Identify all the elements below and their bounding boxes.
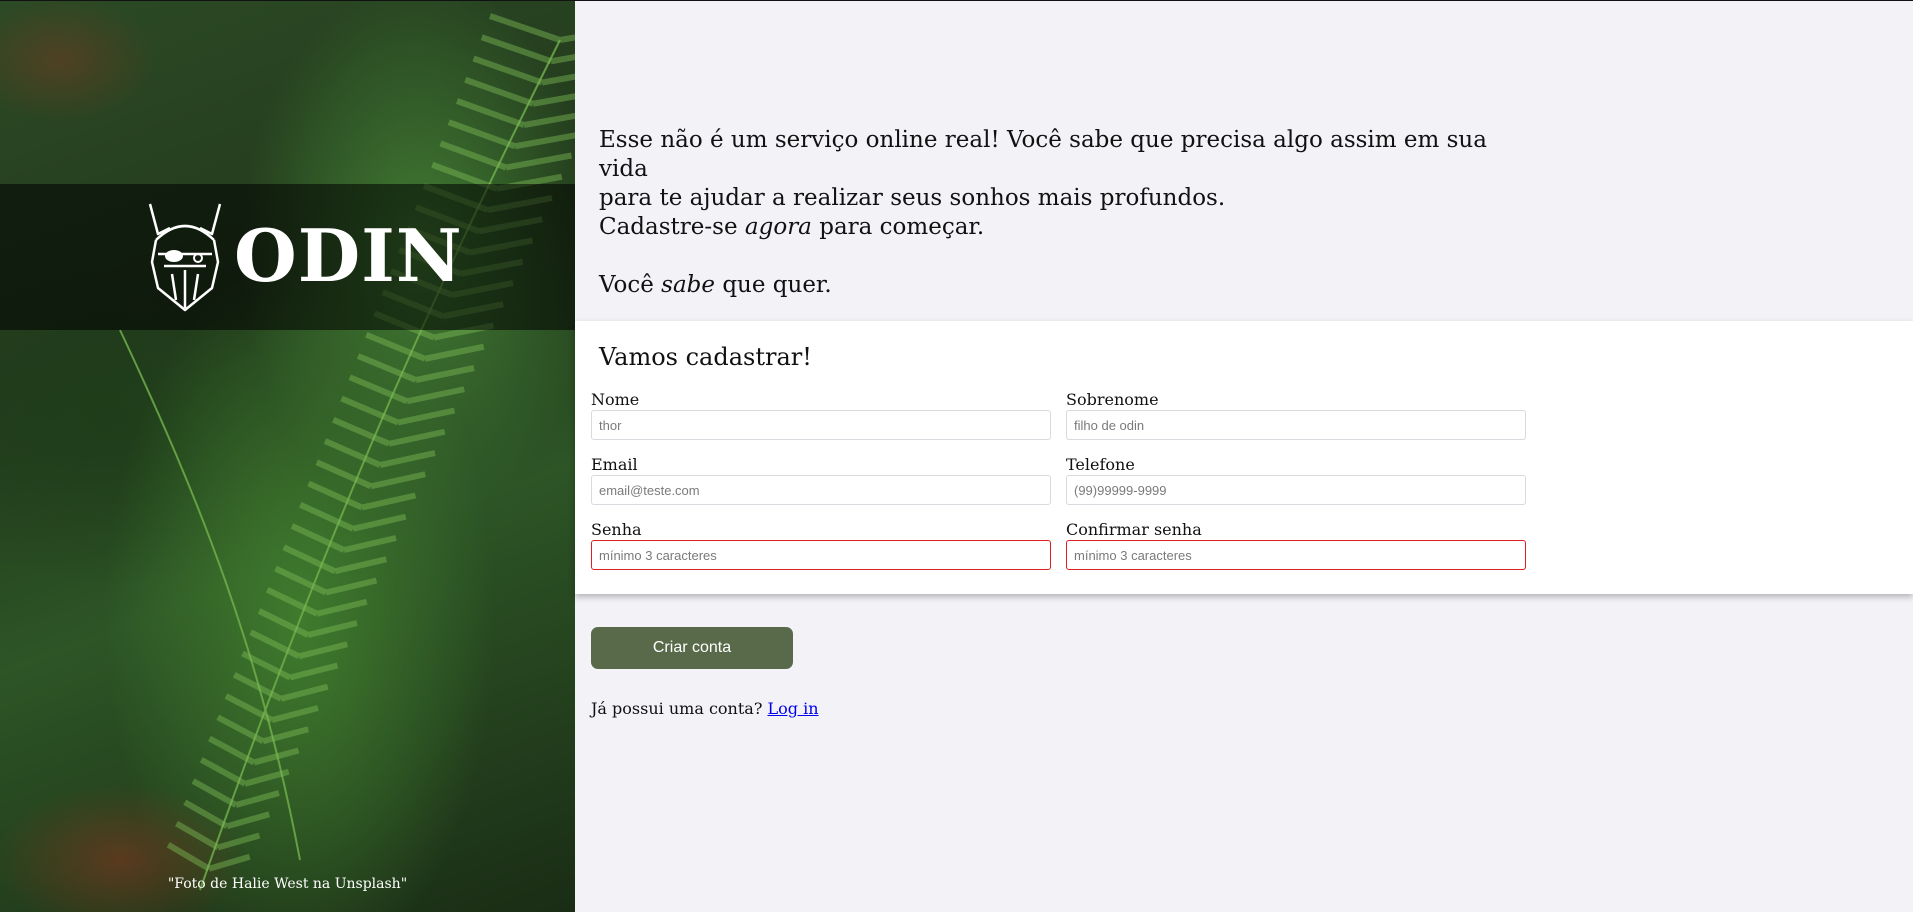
intro-line: Você sabe que quer.: [599, 272, 832, 298]
login-prompt-text: Já possui uma conta?: [591, 699, 763, 718]
email-input[interactable]: [591, 475, 1051, 505]
password-group: Senha: [591, 521, 1051, 570]
top-border: [0, 0, 1913, 1]
create-account-button[interactable]: Criar conta: [591, 627, 793, 669]
phone-label: Telefone: [1066, 455, 1135, 474]
last-name-group: Sobrenome: [1066, 391, 1526, 440]
phone-group: Telefone: [1066, 456, 1526, 505]
intro-text: Esse não é um serviço online real! Você …: [599, 126, 1539, 300]
hero-image-panel: ODIN "Foto de Halie West na Unsplash": [0, 0, 575, 912]
last-name-input[interactable]: [1066, 410, 1526, 440]
first-name-label: Nome: [591, 390, 640, 409]
brand-name: ODIN: [234, 213, 463, 298]
confirm-password-group: Confirmar senha: [1066, 521, 1526, 570]
email-label: Email: [591, 455, 638, 474]
password-input[interactable]: [591, 540, 1051, 570]
login-link[interactable]: Log in: [767, 699, 818, 718]
form-title: Vamos cadastrar!: [599, 343, 812, 371]
intro-line: para te ajudar a realizar seus sonhos ma…: [599, 185, 1226, 211]
logo: ODIN: [142, 200, 463, 312]
login-prompt: Já possui uma conta? Log in: [591, 699, 819, 718]
phone-input[interactable]: [1066, 475, 1526, 505]
first-name-group: Nome: [591, 391, 1051, 440]
intro-line: Esse não é um serviço online real! Você …: [599, 127, 1487, 182]
email-group: Email: [591, 456, 1051, 505]
photo-credit: "Foto de Halie West na Unsplash": [167, 876, 408, 892]
signup-form: Vamos cadastrar! Nome Sobrenome Email Te…: [575, 321, 1913, 594]
password-label: Senha: [591, 520, 642, 539]
fern-photo: [119, 13, 575, 891]
first-name-input[interactable]: [591, 410, 1051, 440]
confirm-password-label: Confirmar senha: [1066, 520, 1202, 539]
viking-helmet-icon: [148, 203, 222, 312]
confirm-password-input[interactable]: [1066, 540, 1526, 570]
intro-line: Cadastre-se agora para começar.: [599, 214, 985, 240]
last-name-label: Sobrenome: [1066, 390, 1159, 409]
